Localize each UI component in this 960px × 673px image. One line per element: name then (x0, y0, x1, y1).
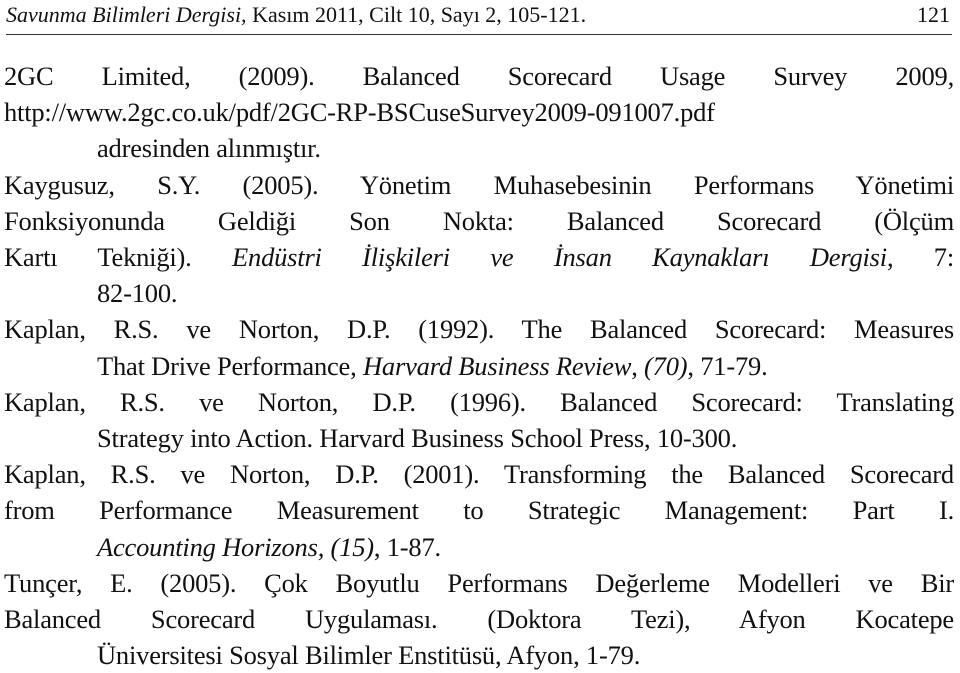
text: That Drive Performance, (97, 350, 363, 381)
italic-text: Harvard Business Review (362, 350, 632, 381)
text: Kartı Tekniği). (4, 242, 233, 273)
reference-line: Kaplan, R.S. ve Norton, D.P. (2001). Tra… (4, 456, 954, 492)
running-header: Savunma Bilimleri Dergisi, Kasım 2011, C… (6, 0, 952, 35)
reference-line: Kaplan, R.S. ve Norton, D.P. (1992). The… (4, 311, 954, 347)
reference-line: Fonksiyonunda Geldiği Son Nokta: Balance… (4, 203, 954, 239)
text: http://www.2gc.co.uk/pdf/2GC-RP-BSCuseSu… (4, 97, 715, 128)
text: Fonksiyonunda Geldiği Son Nokta: Balance… (4, 205, 954, 236)
reference-line: adresinden alınmıştır. (97, 130, 954, 166)
text: Tunçer, E. (2005). Çok Boyutlu Performan… (4, 567, 954, 598)
page-number: 121 (917, 2, 950, 27)
reference-line: Accounting Horizons, (15), 1-87. (97, 529, 954, 565)
reference-line: Kartı Tekniği). Endüstri İlişkileri ve İ… (4, 239, 955, 275)
issue-info: Kasım 2011, Cilt 10, Sayı 2, 105-121. (246, 2, 587, 27)
reference-entry: Kaplan, R.S. ve Norton, D.P. (1996). Bal… (4, 384, 954, 456)
text: Kaygusuz, S.Y. (2005). Yönetim Muhasebes… (4, 169, 954, 200)
text: from Performance Measurement to Strategi… (4, 495, 954, 526)
text: 82-100. (97, 278, 178, 309)
reference-line: http://www.2gc.co.uk/pdf/2GC-RP-BSCuseSu… (4, 94, 954, 130)
reference-entry: Tunçer, E. (2005). Çok Boyutlu Performan… (4, 565, 954, 673)
reference-line: Balanced Scorecard Uygulaması. (Doktora … (4, 601, 954, 637)
reference-entry: Kaplan, R.S. ve Norton, D.P. (2001). Tra… (4, 456, 954, 565)
reference-line: Strategy into Action. Harvard Business S… (97, 420, 954, 456)
text: 2GC Limited, (2009). Balanced Scorecard … (4, 61, 954, 91)
italic-text: Endüstri İlişkileri ve İnsan Kaynakları … (232, 242, 887, 273)
journal-citation: Savunma Bilimleri Dergisi, Kasım 2011, C… (6, 0, 586, 30)
text: Kaplan, R.S. ve Norton, D.P. (2001). Tra… (4, 459, 954, 490)
text: Kaplan, R.S. ve Norton, D.P. (1992). The… (4, 314, 954, 345)
text: , 1-87. (373, 531, 441, 562)
text: adresinden alınmıştır. (97, 133, 321, 164)
reference-line: from Performance Measurement to Strategi… (4, 492, 954, 528)
reference-line: Kaplan, R.S. ve Norton, D.P. (1996). Bal… (4, 384, 954, 420)
reference-line: Kaygusuz, S.Y. (2005). Yönetim Muhasebes… (4, 167, 954, 203)
reference-line: Üniversitesi Sosyal Bilimler Enstitüsü, … (97, 637, 954, 673)
reference-entry: Kaygusuz, S.Y. (2005). Yönetim Muhasebes… (4, 167, 954, 312)
reference-line: 2GC Limited, (2009). Balanced Scorecard … (4, 58, 954, 94)
italic-text: Accounting Horizons, (15) (97, 531, 374, 562)
text: , 71-79. (687, 350, 768, 381)
italic-text: (70) (644, 350, 688, 381)
reference-entry: 2GC Limited, (2009). Balanced Scorecard … (4, 58, 954, 167)
reference-line: Tunçer, E. (2005). Çok Boyutlu Performan… (4, 565, 954, 601)
text: , 7: (886, 242, 955, 273)
text: Balanced Scorecard Uygulaması. (Doktora … (4, 604, 954, 635)
reference-entry: Kaplan, R.S. ve Norton, D.P. (1992). The… (4, 311, 954, 383)
text: Kaplan, R.S. ve Norton, D.P. (1996). Bal… (4, 386, 954, 417)
text: Üniversitesi Sosyal Bilimler Enstitüsü, … (97, 640, 641, 671)
reference-line: That Drive Performance, Harvard Business… (97, 348, 954, 384)
text: Strategy into Action. Harvard Business S… (97, 423, 738, 454)
reference-list: 2GC Limited, (2009). Balanced Scorecard … (4, 58, 954, 673)
reference-line: 82-100. (97, 275, 954, 311)
text: , (631, 350, 645, 381)
journal-name: Savunma Bilimleri Dergisi, (6, 2, 247, 27)
